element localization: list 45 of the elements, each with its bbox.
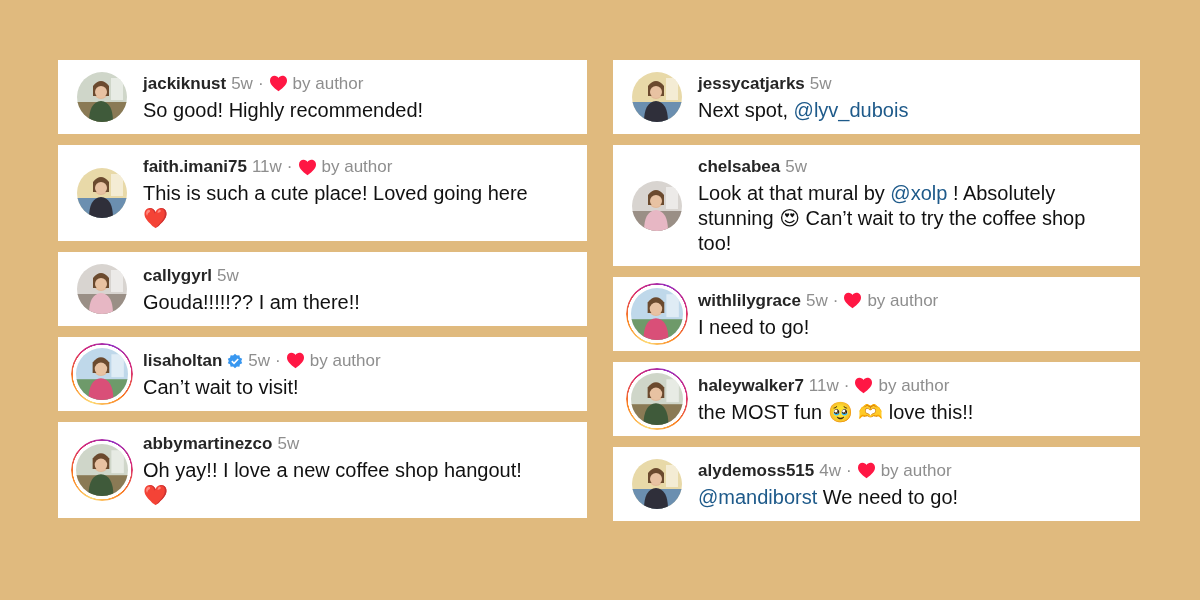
comment-text: I need to go! — [698, 314, 811, 340]
mention-link[interactable]: @xolp — [890, 182, 948, 204]
comment-text: Next spot, @lyv_dubois — [698, 97, 909, 123]
comment-time: 5w — [809, 72, 832, 95]
comment-text: Look at that mural by @xolp ! Absolutely stunning 😍 Can’t wait to try the coffee shop too! — [698, 181, 1087, 256]
comment-time: 5w — [785, 156, 807, 178]
separator-dot: · — [257, 72, 264, 95]
username[interactable]: jackiknust — [143, 71, 227, 96]
separator-dot: · — [832, 289, 839, 312]
comment-time: 11w — [808, 374, 839, 397]
comment-time: 11w — [251, 156, 282, 178]
comment-text: This is such a cute place! Loved going here ❤ — [143, 181, 529, 231]
comment-time: 5w — [231, 72, 253, 95]
separator-dot: · — [846, 459, 852, 482]
username[interactable]: callygyrl — [143, 263, 212, 288]
comment-time: 5w — [248, 349, 271, 372]
username[interactable]: lisaholtan — [143, 348, 223, 373]
comment-text: Can’t wait to visit! — [143, 374, 300, 400]
username[interactable]: haleywalker7 — [698, 373, 804, 398]
separator-dot: · — [275, 349, 281, 372]
username[interactable]: alydemoss515 — [698, 458, 815, 483]
username[interactable]: chelsabea — [698, 155, 781, 179]
comment-time: 4w — [819, 459, 841, 482]
username[interactable]: abbymartinezco — [143, 432, 273, 456]
comment-text: So good! Highly recommended! — [143, 97, 424, 123]
liked-by-author-label: by author — [321, 156, 393, 178]
comment-text: the MOST fun 🥹 🫶 love this!! — [698, 399, 974, 425]
liked-by-author-label: by author — [867, 289, 939, 312]
liked-by-author-label: by author — [880, 459, 952, 482]
comment-time: 5w — [806, 289, 828, 312]
comment-text: @mandiborst We need to go! — [698, 484, 959, 510]
mention-link[interactable]: @mandiborst — [698, 485, 818, 508]
liked-by-author-label: by author — [292, 72, 364, 95]
separator-dot: · — [286, 156, 293, 178]
liked-by-author-label: by author — [309, 349, 381, 372]
mention-link[interactable]: @lyv_dubois — [793, 98, 909, 121]
comment-text: Gouda!!!!!?? I am there!! — [143, 289, 360, 315]
username[interactable]: withlilygrace — [698, 288, 801, 313]
username[interactable]: faith.imani75 — [143, 155, 247, 179]
comment-time: 5w — [277, 433, 300, 455]
comment-text: Oh yay!! I love a new coffee shop hangout! ❤ — [143, 458, 523, 508]
separator-dot: · — [843, 374, 850, 397]
username[interactable]: jessycatjarks — [698, 71, 805, 96]
comment-time: 5w — [217, 264, 239, 287]
liked-by-author-label: by author — [878, 374, 950, 397]
